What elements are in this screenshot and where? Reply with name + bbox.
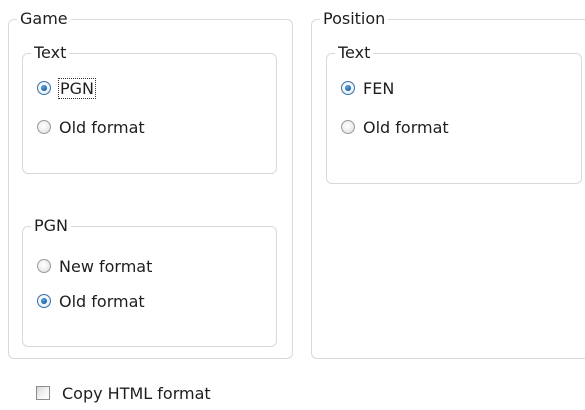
- position-text-group-title: Text: [335, 43, 374, 63]
- game-group: Game Text PGN Old format PGN New format …: [8, 9, 293, 359]
- radio-label: New format: [59, 256, 153, 276]
- radio-checked-icon: [37, 294, 51, 308]
- radio-label: Old format: [59, 117, 145, 137]
- game-pgn-old-format-radio[interactable]: Old format: [37, 289, 145, 313]
- radio-unchecked-icon: [37, 120, 51, 134]
- copy-html-format-checkbox[interactable]: Copy HTML format: [36, 381, 211, 405]
- game-text-pgn-radio[interactable]: PGN: [37, 76, 97, 100]
- checkbox-unchecked-icon: [36, 386, 50, 400]
- game-pgn-group-title: PGN: [31, 216, 72, 236]
- game-group-title: Game: [17, 9, 71, 29]
- position-text-group: Text FEN Old format: [326, 43, 582, 184]
- radio-label: FEN: [363, 78, 395, 98]
- game-text-group: Text PGN Old format: [22, 43, 277, 174]
- position-group: Position Text FEN Old format: [311, 9, 585, 359]
- checkbox-label: Copy HTML format: [62, 383, 211, 403]
- position-text-fen-radio[interactable]: FEN: [341, 76, 394, 100]
- game-pgn-new-format-radio[interactable]: New format: [37, 254, 152, 278]
- position-text-old-format-radio[interactable]: Old format: [341, 115, 449, 139]
- radio-unchecked-icon: [37, 259, 51, 273]
- radio-label: PGN: [57, 77, 97, 99]
- radio-label: Old format: [363, 117, 449, 137]
- radio-checked-icon: [341, 81, 355, 95]
- game-text-group-title: Text: [31, 43, 70, 63]
- game-text-old-format-radio[interactable]: Old format: [37, 115, 145, 139]
- radio-checked-icon: [37, 81, 51, 95]
- game-pgn-group: PGN New format Old format: [22, 216, 277, 347]
- position-group-title: Position: [320, 9, 389, 29]
- radio-label: Old format: [59, 291, 145, 311]
- radio-unchecked-icon: [341, 120, 355, 134]
